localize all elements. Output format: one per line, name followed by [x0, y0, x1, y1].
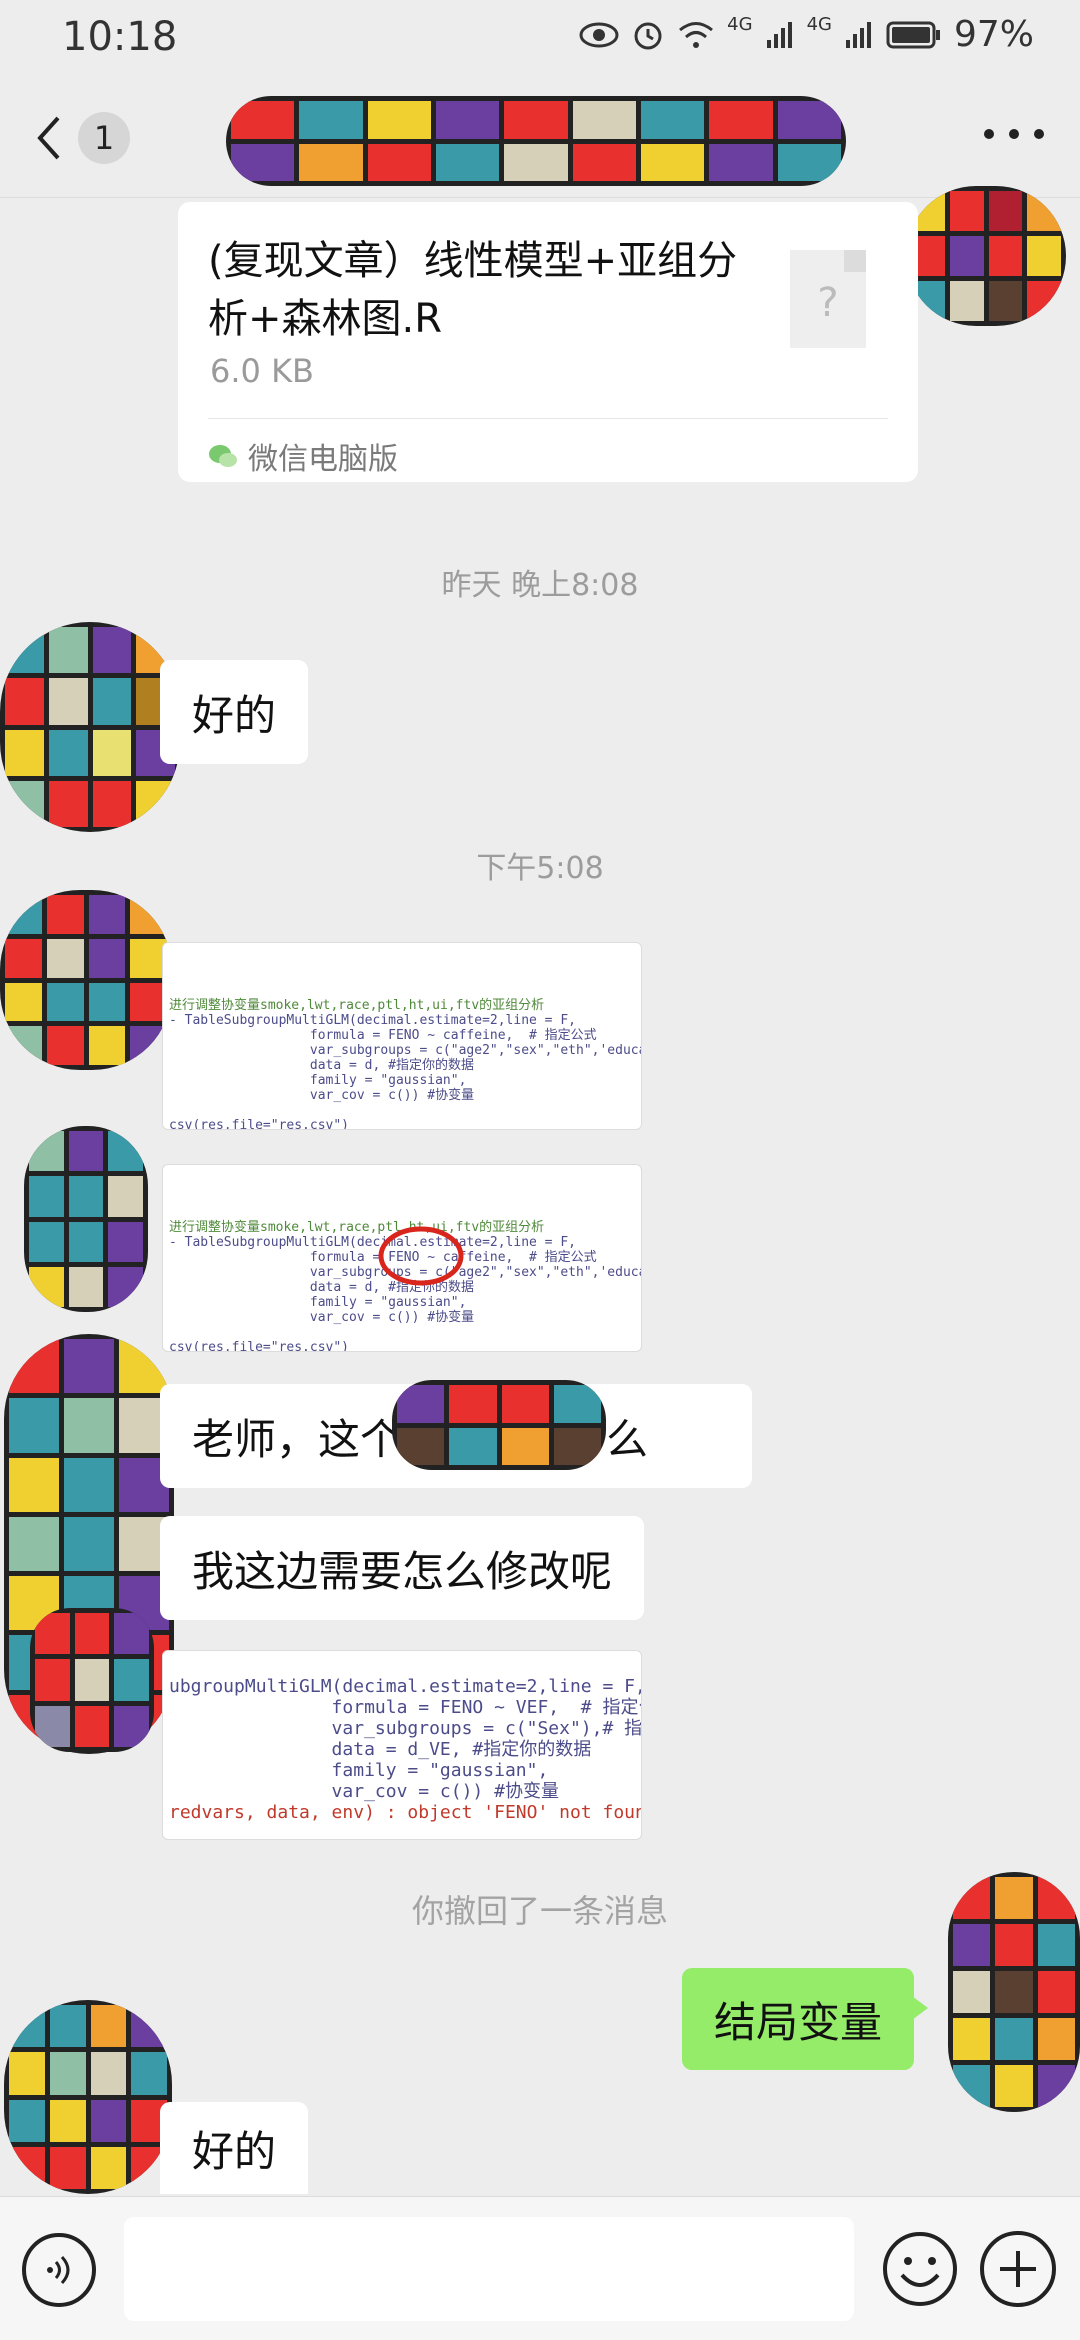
input-bar — [0, 2196, 1080, 2340]
avatar[interactable] — [0, 622, 180, 832]
avatar[interactable] — [30, 1608, 154, 1752]
message-bubble[interactable]: 好的 — [160, 2102, 309, 2194]
timestamp: 下午5:08 — [476, 851, 604, 886]
eye-icon — [579, 22, 619, 47]
voice-icon — [47, 2255, 70, 2285]
emoji-button[interactable] — [880, 2229, 960, 2309]
status-time: 10:18 — [62, 14, 178, 60]
message-text: 好的 — [192, 690, 277, 740]
avatar[interactable] — [948, 1872, 1080, 2112]
message-bubble[interactable]: 我这边需要怎么修改呢 — [160, 1516, 645, 1620]
image-message[interactable]: 进行调整协变量smoke,lwt,race,ptl,ht,ui,ftv的亚组分析… — [162, 942, 642, 1130]
signal-icon — [845, 21, 871, 48]
signal-icon — [766, 21, 792, 48]
more-functions-button[interactable] — [980, 2231, 1056, 2307]
status-bar: 10:18 4G 4G 97% — [0, 0, 1080, 78]
network-label-1: 4G — [727, 14, 753, 35]
alarm-icon — [634, 22, 662, 49]
timestamp: 昨天 晚上8:08 — [441, 568, 639, 603]
message-text: 好的 — [192, 2126, 277, 2176]
image-message[interactable]: ubgroupMultiGLM(decimal.estimate=2,line … — [162, 1650, 642, 1840]
redacted-chat-title — [226, 96, 846, 186]
redacted-text — [392, 1380, 606, 1470]
status-icons: 4G 4G 97% — [579, 14, 1034, 55]
file-source-label: 微信电脑版 — [248, 442, 398, 477]
message-text: 结局变量 — [714, 1997, 883, 2047]
recalled-message-note: 你撤回了一条消息 — [411, 1892, 668, 1930]
wechat-icon — [209, 445, 237, 467]
battery-percent: 97% — [953, 14, 1034, 55]
message-text: 老师，这个 — [192, 1414, 403, 1464]
message-input[interactable] — [124, 2217, 854, 2321]
avatar[interactable] — [906, 186, 1066, 326]
message-bubble[interactable]: 好的 — [160, 660, 309, 764]
file-name: (复现文章）线性模型+亚组分析+森林图.R — [208, 238, 738, 342]
chevron-left-icon — [37, 116, 60, 160]
avatar[interactable] — [4, 2000, 172, 2194]
emoji-icon — [883, 2232, 957, 2306]
my-message-bubble[interactable]: 结局变量 — [682, 1968, 929, 2070]
avatar[interactable] — [0, 890, 172, 1070]
image-message[interactable]: 进行调整协变量smoke,lwt,race,ptl,ht,ui,ftv的亚组分析… — [162, 1164, 642, 1352]
file-source: 微信电脑版 — [208, 434, 398, 478]
unknown-file-icon: ? — [790, 250, 866, 348]
avatar[interactable] — [24, 1126, 148, 1312]
divider — [208, 418, 888, 419]
more-options-button[interactable] — [984, 114, 1044, 154]
file-message-card[interactable]: (复现文章）线性模型+亚组分析+森林图.R 6.0 KB ? 微信电脑版 — [178, 202, 918, 482]
back-button[interactable]: 1 — [34, 106, 144, 170]
battery-icon — [886, 21, 940, 48]
wifi-icon — [679, 21, 714, 48]
unread-count-badge: 1 — [78, 112, 130, 164]
file-size: 6.0 KB — [210, 352, 314, 390]
red-circle-annotation — [378, 1226, 464, 1286]
network-label-2: 4G — [806, 14, 832, 35]
voice-input-button[interactable] — [22, 2233, 96, 2307]
message-text: 我这边需要怎么修改呢 — [192, 1546, 613, 1596]
